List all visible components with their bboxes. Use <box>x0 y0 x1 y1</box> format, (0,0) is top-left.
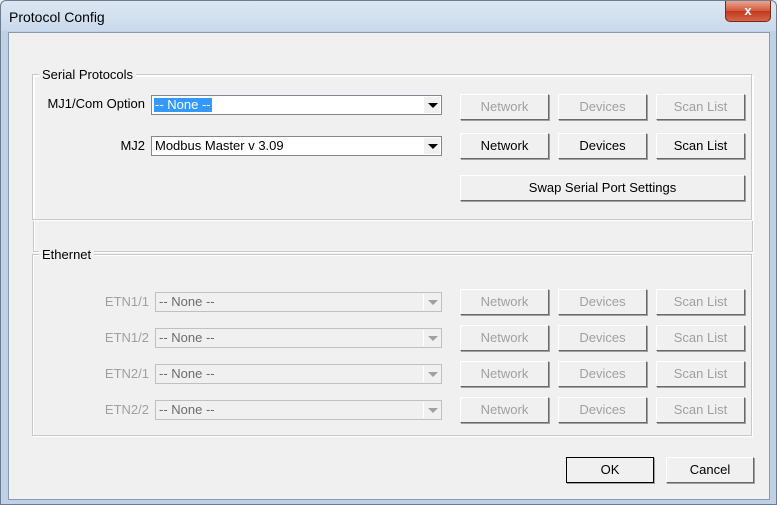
etn1-1-selected-value: -- None -- <box>159 294 215 309</box>
etn1-1-network-button[interactable]: Network <box>460 289 549 315</box>
etn2-2-protocol-select[interactable]: -- None -- <box>155 400 442 420</box>
ok-button[interactable]: OK <box>566 457 654 483</box>
etn2-1-scan-list-button[interactable]: Scan List <box>656 361 745 387</box>
mj1-selected-value: -- None -- <box>154 97 212 112</box>
protocol-config-window: Protocol Config x Serial Protocols MJ1/C… <box>0 0 777 505</box>
etn1-2-protocol-select[interactable]: -- None -- <box>155 328 442 348</box>
etn1-1-protocol-select[interactable]: -- None -- <box>155 292 442 312</box>
etn2-2-label: ETN2/2 <box>104 402 149 417</box>
chevron-down-icon[interactable] <box>423 366 440 382</box>
etn1-2-devices-button[interactable]: Devices <box>558 325 647 351</box>
mj1-label: MJ1/Com Option <box>47 96 145 111</box>
ethernet-label: Ethernet <box>39 247 95 262</box>
chevron-down-icon[interactable] <box>423 138 440 154</box>
etn2-2-devices-button[interactable]: Devices <box>558 397 647 423</box>
chevron-down-icon[interactable] <box>423 97 440 113</box>
etn1-2-network-button[interactable]: Network <box>460 325 549 351</box>
mj1-scan-list-button[interactable]: Scan List <box>656 94 745 120</box>
etn2-1-network-button[interactable]: Network <box>460 361 549 387</box>
mj2-label: MJ2 <box>120 138 145 153</box>
etn1-2-selected-value: -- None -- <box>159 330 215 345</box>
etn2-2-selected-value: -- None -- <box>159 402 215 417</box>
mj2-scan-list-button[interactable]: Scan List <box>656 133 745 159</box>
cancel-button[interactable]: Cancel <box>666 457 754 483</box>
title-bar[interactable]: Protocol Config x <box>1 1 776 33</box>
etn1-1-scan-list-button[interactable]: Scan List <box>656 289 745 315</box>
serial-protocols-label: Serial Protocols <box>39 67 137 82</box>
mj1-protocol-select[interactable]: -- None -- <box>151 95 442 115</box>
mj1-devices-button[interactable]: Devices <box>558 94 647 120</box>
mj2-protocol-select[interactable]: Modbus Master v 3.09 <box>151 136 442 156</box>
etn2-1-label: ETN2/1 <box>104 366 149 381</box>
etn1-1-label: ETN1/1 <box>104 294 149 309</box>
mj2-selected-value: Modbus Master v 3.09 <box>155 138 284 153</box>
window-title: Protocol Config <box>9 9 105 25</box>
etn2-1-protocol-select[interactable]: -- None -- <box>155 364 442 384</box>
chevron-down-icon[interactable] <box>423 402 440 418</box>
mj1-network-button[interactable]: Network <box>460 94 549 120</box>
etn1-2-label: ETN1/2 <box>104 330 149 345</box>
chevron-down-icon[interactable] <box>423 294 440 310</box>
etn1-2-scan-list-button[interactable]: Scan List <box>656 325 745 351</box>
chevron-down-icon[interactable] <box>423 330 440 346</box>
mj2-devices-button[interactable]: Devices <box>558 133 647 159</box>
etn2-1-devices-button[interactable]: Devices <box>558 361 647 387</box>
etn2-1-selected-value: -- None -- <box>159 366 215 381</box>
mj2-network-button[interactable]: Network <box>460 133 549 159</box>
etn1-1-devices-button[interactable]: Devices <box>558 289 647 315</box>
close-button[interactable]: x <box>725 1 771 22</box>
etn2-2-scan-list-button[interactable]: Scan List <box>656 397 745 423</box>
swap-serial-port-settings-button[interactable]: Swap Serial Port Settings <box>460 175 745 201</box>
etn2-2-network-button[interactable]: Network <box>460 397 549 423</box>
